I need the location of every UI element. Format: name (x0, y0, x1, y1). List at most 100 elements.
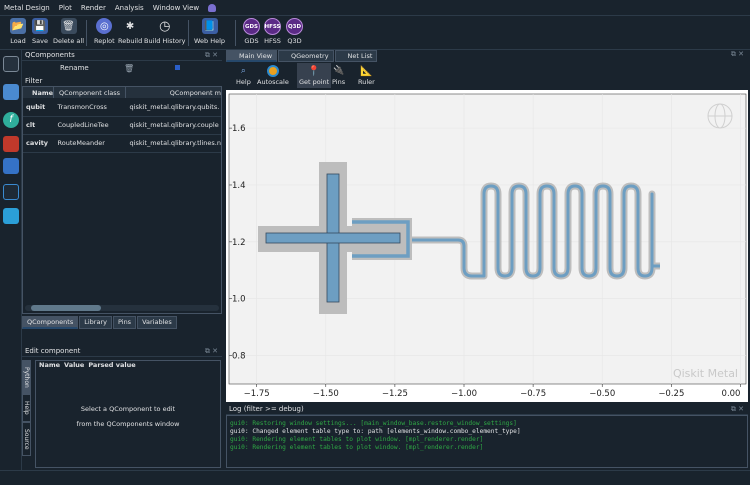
col-class[interactable]: QComponent class (53, 87, 127, 98)
edit-side-tabs: Python Help Source (22, 360, 34, 468)
magnifier-icon: ⌕ (240, 66, 246, 76)
pin-icon: 🔌 (332, 66, 345, 76)
cell-module: qiskit_metal.qlibrary.tlines.n (129, 139, 221, 147)
chip-icon[interactable] (3, 56, 19, 72)
network-icon[interactable] (3, 184, 19, 200)
camera-icon[interactable] (3, 208, 19, 224)
gds-button[interactable]: GDS GDS (243, 18, 260, 45)
save-button[interactable]: 💾 Save (32, 18, 48, 45)
cell-name: qubit (26, 102, 46, 111)
menu-window-view[interactable]: Window View (153, 4, 199, 12)
tab-qcomponents[interactable]: QComponents (22, 316, 79, 329)
user-icon[interactable] (208, 3, 217, 12)
log-panel: Log (filter >= debug) ⧉ ✕ gui0: Restorin… (226, 404, 748, 470)
rebuild-button[interactable]: ✱ Rebuild (118, 18, 142, 46)
qcomponents-table: Name QComponent class QComponent m qubit… (22, 86, 222, 314)
bug-icon[interactable] (3, 136, 19, 152)
menu-render[interactable]: Render (81, 4, 106, 12)
edit-component-table: Name Value Parsed value Select a QCompon… (35, 360, 221, 468)
menu-analysis[interactable]: Analysis (115, 4, 144, 12)
window-icon[interactable] (3, 158, 19, 174)
edit-component-title: Edit component ⧉ ✕ (22, 346, 222, 357)
dock-float-close-icon[interactable]: ⧉ ✕ (205, 347, 218, 356)
tab-pins[interactable]: Pins (112, 316, 137, 329)
trash-icon[interactable]: 🗑 (124, 64, 134, 73)
help-book-icon: 📘 (201, 18, 218, 34)
tab-net-list[interactable]: Net List (334, 50, 378, 62)
q3d-icon: Q3D (286, 18, 303, 35)
col-module[interactable]: QComponent m (126, 87, 221, 98)
load-button[interactable]: 📂 Load (10, 18, 26, 45)
x-tick-label: −1.75 (244, 389, 270, 399)
x-tick-label: −0.25 (658, 389, 684, 399)
delete-all-icon: 🗑 (60, 18, 77, 34)
dock-float-close-icon[interactable]: ⧉ ✕ (731, 50, 744, 62)
qubit-cross-horizontal (265, 232, 401, 244)
col-name[interactable]: Name (39, 361, 60, 371)
side-tab-python[interactable]: Python (22, 360, 31, 394)
stop-icon[interactable] (175, 65, 180, 70)
x-tick-label: −0.50 (589, 389, 615, 399)
edit-message-line1: Select a QComponent to edit (80, 405, 176, 413)
q3d-button[interactable]: Q3D Q3D (286, 18, 303, 45)
design-plot[interactable]: −1.75 −1.50 −1.25 −1.00 −0.75 −0.50 −0.25 0.00 … (226, 90, 748, 402)
edit-message-line2: from the QComponents window (76, 420, 180, 428)
menu-plot[interactable]: Plot (59, 4, 72, 12)
table-row[interactable]: cavity RouteMeander qiskit_metal.qlibrar… (23, 134, 221, 152)
dock-float-close-icon[interactable]: ⧉ ✕ (731, 405, 744, 414)
qcomponents-title: QComponents ⧉ ✕ (22, 50, 222, 61)
autoscale-button[interactable]: Autoscale (257, 65, 289, 86)
history-icon: ◷ (159, 18, 171, 34)
hfss-icon: HFSS (264, 18, 281, 35)
replot-button[interactable]: ◎ Replot (94, 18, 115, 45)
horizontal-scrollbar[interactable] (25, 305, 219, 311)
log-line: gui0: Changed element table type to: pat… (230, 428, 521, 435)
plot-canvas[interactable]: −1.75 −1.50 −1.25 −1.00 −0.75 −0.50 −0.25 0.00 … (226, 90, 748, 402)
y-tick-label: 1.0 (232, 295, 246, 305)
cell-class: CoupledLineTee (57, 121, 109, 129)
log-text-area[interactable]: gui0: Restoring window settings... [main… (226, 415, 748, 468)
dock-float-close-icon[interactable]: ⧉ ✕ (205, 51, 218, 60)
build-history-button[interactable]: ◷ Build History (144, 18, 186, 46)
y-tick-label: 1.2 (232, 238, 246, 248)
tab-variables[interactable]: Variables (137, 316, 177, 329)
rename-button[interactable]: Rename (60, 64, 89, 72)
log-line: gui0: Restoring window settings... [main… (230, 420, 517, 427)
watermark-text: Qiskit Metal (673, 367, 738, 380)
map-pin-icon: 📍 (307, 65, 321, 77)
x-tick-label: −0.75 (520, 389, 546, 399)
cell-class: TransmonCross (57, 102, 107, 111)
table-row[interactable]: clt CoupledLineTee qiskit_metal.qlibrary… (23, 116, 221, 134)
col-name[interactable]: Name (23, 87, 55, 98)
thumbs-up-icon[interactable] (3, 84, 19, 100)
log-line: gui0: Rendering element tables to plot w… (230, 436, 484, 443)
function-icon[interactable]: f (3, 112, 19, 128)
delete-all-button[interactable]: 🗑 Delete all (53, 18, 84, 45)
view-tabs: Main View QGeometry Net List ⧉ ✕ (226, 50, 748, 62)
tab-main-view[interactable]: Main View (226, 50, 278, 62)
scrollbar-handle[interactable] (31, 305, 101, 311)
tab-qgeometry[interactable]: QGeometry (278, 50, 334, 62)
qcomponents-panel: QComponents ⧉ ✕ Rename 🗑 Filter Name QCo… (22, 50, 222, 342)
menu-metal-design[interactable]: Metal Design (4, 4, 50, 12)
side-tab-help[interactable]: Help (22, 394, 31, 422)
tab-library[interactable]: Library (79, 316, 112, 329)
table-row[interactable]: qubit TransmonCross qiskit_metal.qlibrar… (23, 98, 221, 116)
side-tab-source[interactable]: Source (22, 422, 31, 456)
edit-table-header: Name Value Parsed value (36, 361, 220, 371)
web-help-button[interactable]: 📘 Web Help (194, 18, 225, 45)
help-button[interactable]: ⌕ Help (236, 65, 251, 86)
col-value[interactable]: Value (64, 361, 84, 371)
main-toolbar: 📂 Load 💾 Save 🗑 Delete all ◎ Replot ✱ Re… (0, 16, 750, 50)
qcomponents-tabs: QComponents Library Pins Variables (22, 316, 222, 329)
get-point-button[interactable]: 📍 Get point (297, 63, 332, 88)
save-icon: 💾 (32, 18, 48, 34)
cell-name: clt (26, 121, 36, 129)
pins-button[interactable]: 🔌 Pins (332, 65, 345, 86)
col-parsed-value[interactable]: Parsed value (88, 361, 135, 371)
cell-name: cavity (26, 139, 49, 147)
folder-open-icon: 📂 (10, 18, 26, 34)
ruler-button[interactable]: 📐 Ruler (358, 65, 375, 87)
edit-component-panel: Edit component ⧉ ✕ Python Help Source Na… (22, 346, 222, 470)
hfss-button[interactable]: HFSS HFSS (264, 18, 281, 45)
